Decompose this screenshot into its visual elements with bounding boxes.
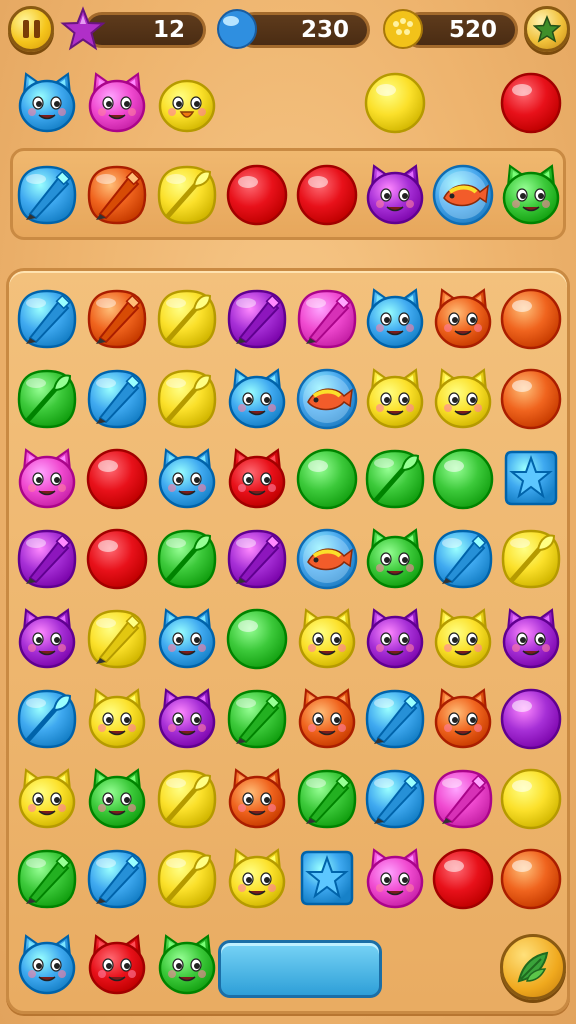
- board-piece-yellow-cat[interactable]: [430, 606, 496, 672]
- board-piece-yellow-brush[interactable]: [154, 286, 220, 352]
- board-piece-red-ball[interactable]: [430, 846, 496, 912]
- board-piece-yellow-ball[interactable]: [498, 766, 564, 832]
- board-piece-orange-pen[interactable]: [84, 286, 150, 352]
- coin-icon: [383, 9, 423, 49]
- leaf-button[interactable]: [500, 934, 566, 1000]
- board-piece-yellow-brush[interactable]: [154, 366, 220, 432]
- queue-piece-green-cat[interactable]: [498, 162, 564, 228]
- board-piece-blue-pen[interactable]: [84, 366, 150, 432]
- board-piece-orange-cat[interactable]: [294, 686, 360, 752]
- board-piece-purple-cat[interactable]: [362, 606, 428, 672]
- board-piece-blue-cat[interactable]: [154, 446, 220, 512]
- bottom-piece-red-cat[interactable]: [84, 932, 150, 998]
- preview-piece-yellow-chick[interactable]: [154, 70, 220, 136]
- bottom-piece-green-cat[interactable]: [154, 932, 220, 998]
- board-piece-yellow-cat[interactable]: [294, 606, 360, 672]
- queue-piece-sky-fish[interactable]: [430, 162, 496, 228]
- leaf-icon: [517, 951, 549, 983]
- board-piece-orange-ball[interactable]: [498, 286, 564, 352]
- board-piece-blue-brush[interactable]: [14, 686, 80, 752]
- board-piece-yellow-cat[interactable]: [84, 686, 150, 752]
- board-piece-purple-pen[interactable]: [224, 526, 290, 592]
- blue-gem-icon: [217, 9, 257, 49]
- stars-count: 12: [152, 17, 185, 43]
- preview-piece-yellow-ball[interactable]: [362, 70, 428, 136]
- board-piece-green-pen[interactable]: [294, 766, 360, 832]
- queue-piece-yellow-brush[interactable]: [154, 162, 220, 228]
- board-piece-blue-star[interactable]: [294, 846, 360, 912]
- board-piece-green-ball[interactable]: [224, 606, 290, 672]
- progress-bar: [218, 940, 382, 998]
- queue-piece-red-ball[interactable]: [294, 162, 360, 228]
- board-piece-purple-pen[interactable]: [224, 286, 290, 352]
- board-piece-yellow-brush[interactable]: [498, 526, 564, 592]
- board-piece-sky-fish[interactable]: [294, 526, 360, 592]
- board-piece-pink-cat[interactable]: [362, 846, 428, 912]
- board-piece-green-brush[interactable]: [154, 526, 220, 592]
- board-piece-yellow-cat[interactable]: [14, 766, 80, 832]
- board-piece-purple-pen[interactable]: [14, 526, 80, 592]
- board-piece-orange-cat[interactable]: [430, 286, 496, 352]
- green-star-icon: [533, 15, 561, 43]
- board-piece-purple-cat[interactable]: [154, 686, 220, 752]
- top-hud: 12 230 520: [0, 0, 576, 62]
- board-piece-pink-cat[interactable]: [14, 446, 80, 512]
- board-piece-yellow-brush[interactable]: [154, 766, 220, 832]
- board-piece-blue-pen[interactable]: [430, 526, 496, 592]
- star-menu-button[interactable]: [524, 6, 570, 52]
- queue-piece-red-ball[interactable]: [224, 162, 290, 228]
- board-piece-yellow-pen[interactable]: [84, 606, 150, 672]
- queue-piece-blue-pen[interactable]: [14, 162, 80, 228]
- board-piece-blue-star[interactable]: [498, 446, 564, 512]
- board-piece-purple-ball[interactable]: [498, 686, 564, 752]
- board-piece-blue-cat[interactable]: [154, 606, 220, 672]
- board-piece-sky-fish[interactable]: [294, 366, 360, 432]
- board-piece-green-cat[interactable]: [84, 766, 150, 832]
- bottom-piece-blue-cat[interactable]: [14, 932, 80, 998]
- board-piece-orange-cat[interactable]: [430, 686, 496, 752]
- board-piece-orange-ball[interactable]: [498, 366, 564, 432]
- board-piece-green-cat[interactable]: [362, 526, 428, 592]
- board-piece-red-ball[interactable]: [84, 446, 150, 512]
- queue-piece-purple-cat[interactable]: [362, 162, 428, 228]
- board-piece-blue-pen[interactable]: [362, 766, 428, 832]
- board-piece-green-brush[interactable]: [362, 446, 428, 512]
- gems-count: 230: [300, 17, 349, 43]
- board-piece-orange-cat[interactable]: [224, 766, 290, 832]
- board-piece-blue-cat[interactable]: [362, 286, 428, 352]
- board-piece-orange-ball[interactable]: [498, 846, 564, 912]
- board-piece-green-pen[interactable]: [224, 686, 290, 752]
- preview-piece-blue-cat[interactable]: [14, 70, 80, 136]
- board-piece-yellow-cat[interactable]: [224, 846, 290, 912]
- pause-button[interactable]: [8, 6, 54, 52]
- queue-piece-orange-pen[interactable]: [84, 162, 150, 228]
- pause-icon: [22, 20, 40, 38]
- board-piece-yellow-cat[interactable]: [430, 366, 496, 432]
- board-piece-green-ball[interactable]: [294, 446, 360, 512]
- board-piece-purple-cat[interactable]: [498, 606, 564, 672]
- star-icon: [60, 6, 106, 51]
- board-piece-blue-pen[interactable]: [84, 846, 150, 912]
- board-piece-yellow-brush[interactable]: [154, 846, 220, 912]
- board-piece-red-cat[interactable]: [224, 446, 290, 512]
- board-piece-blue-cat[interactable]: [224, 366, 290, 432]
- board-piece-red-ball[interactable]: [84, 526, 150, 592]
- board-piece-purple-cat[interactable]: [14, 606, 80, 672]
- board-piece-blue-pen[interactable]: [362, 686, 428, 752]
- board-piece-pink-pen[interactable]: [430, 766, 496, 832]
- board-piece-yellow-cat[interactable]: [362, 366, 428, 432]
- board-piece-pink-pen[interactable]: [294, 286, 360, 352]
- preview-piece-pink-cat[interactable]: [84, 70, 150, 136]
- board-piece-blue-pen[interactable]: [14, 286, 80, 352]
- preview-piece-red-ball[interactable]: [498, 70, 564, 136]
- board-piece-green-ball[interactable]: [430, 446, 496, 512]
- board-piece-green-brush[interactable]: [14, 366, 80, 432]
- coins-count: 520: [448, 17, 497, 43]
- board-piece-green-pen[interactable]: [14, 846, 80, 912]
